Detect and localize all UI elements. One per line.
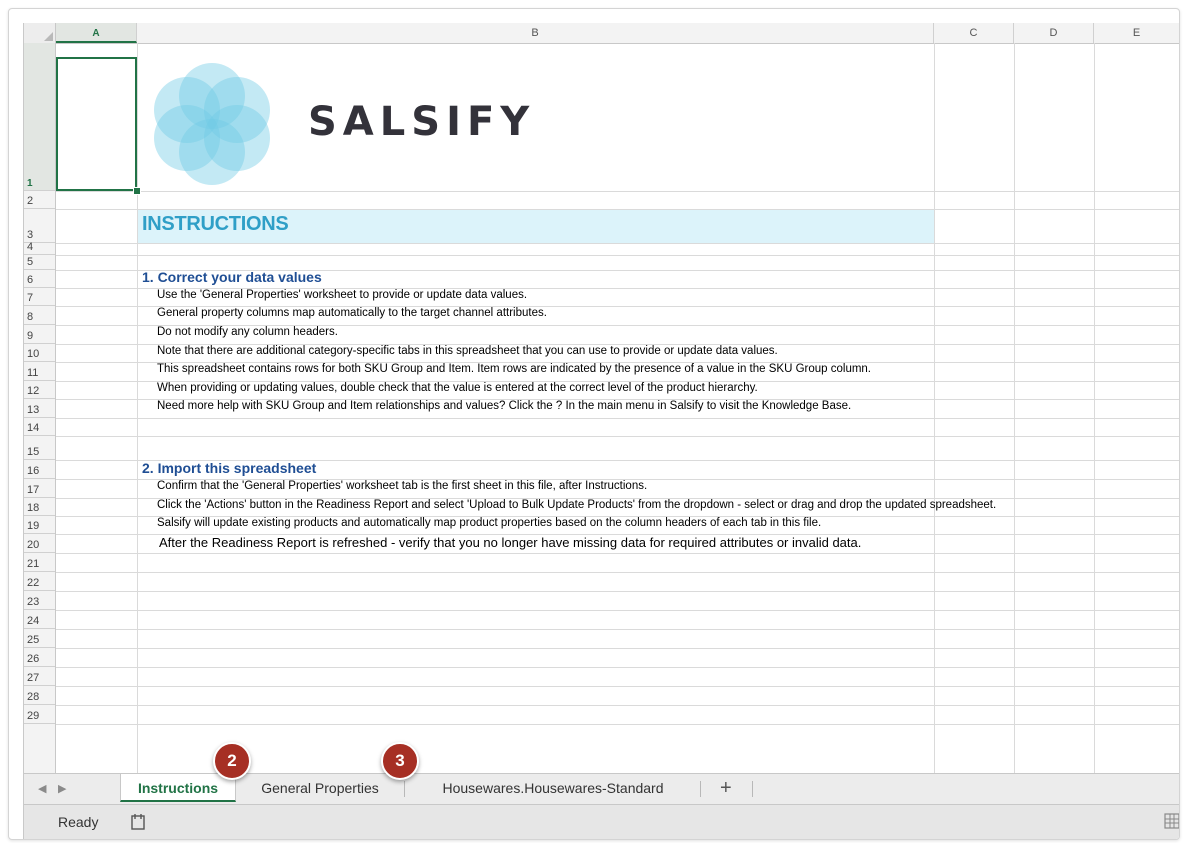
- sheet-tab-bar: ◀ ▶ Instructions General Properties Hous…: [24, 773, 1179, 804]
- row-header-11[interactable]: 11: [24, 362, 55, 381]
- row-header-21[interactable]: 21: [24, 553, 55, 572]
- section2-line: After the Readiness Report is refreshed …: [159, 535, 862, 550]
- row-gridline: [56, 209, 1179, 210]
- row-header-10[interactable]: 10: [24, 344, 55, 362]
- row-header-29[interactable]: 29: [24, 705, 55, 724]
- row-header-6[interactable]: 6: [24, 270, 55, 288]
- row-gridline: [56, 243, 1179, 244]
- next-sheet-arrow-icon[interactable]: ▶: [58, 774, 66, 804]
- section2-line: Click the 'Actions' button in the Readin…: [157, 499, 997, 511]
- row-gridline: [56, 686, 1179, 687]
- tab-housewares-standard[interactable]: Housewares.Housewares-Standard: [408, 774, 698, 802]
- row-header-20[interactable]: 20: [24, 534, 55, 553]
- row-header-9[interactable]: 9: [24, 325, 55, 344]
- row-gridline: [56, 705, 1179, 706]
- row-header-14[interactable]: 14: [24, 418, 55, 436]
- spreadsheet-window: A B C D E 1 2 3 4 5 6 7 8 9 10 11 12 13 14 15 16 17 18 19 2…: [8, 8, 1180, 840]
- row-gridline: [56, 667, 1179, 668]
- row-header-25[interactable]: 25: [24, 629, 55, 648]
- section2-line: Salsify will update existing products an…: [157, 517, 822, 529]
- salsify-logo-text: SALSIFY: [308, 99, 536, 145]
- tab-divider: [752, 781, 753, 797]
- row-gridline: [56, 553, 1179, 554]
- instructions-title: INSTRUCTIONS: [142, 213, 289, 235]
- section1-line: Note that there are additional category-…: [157, 345, 778, 357]
- row-header-column: 1 2 3 4 5 6 7 8 9 10 11 12 13 14 15 16 17 18 19 20 21 22 23 24 2…: [24, 43, 56, 773]
- column-header-a[interactable]: A: [56, 23, 137, 43]
- row-header-1[interactable]: 1: [24, 43, 55, 191]
- row-gridline: [56, 255, 1179, 256]
- prev-sheet-arrow-icon[interactable]: ◀: [38, 774, 46, 804]
- row-header-19[interactable]: 19: [24, 516, 55, 534]
- row-header-13[interactable]: 13: [24, 399, 55, 418]
- macro-record-icon[interactable]: [128, 812, 148, 832]
- section1-line: Do not modify any column headers.: [157, 326, 338, 338]
- row-gridline: [56, 629, 1179, 630]
- section2-line: Confirm that the 'General Properties' wo…: [157, 480, 648, 492]
- column-header-b[interactable]: B: [137, 23, 934, 43]
- cell-grid[interactable]: SALSIFY INSTRUCTIONS 1. Correct your dat…: [56, 43, 1179, 773]
- select-all-corner[interactable]: [24, 23, 56, 43]
- row-gridline: [56, 610, 1179, 611]
- fill-handle[interactable]: [133, 187, 141, 195]
- section1-line: Use the 'General Properties' worksheet t…: [157, 289, 528, 301]
- row-header-12[interactable]: 12: [24, 381, 55, 399]
- column-header-e[interactable]: E: [1094, 23, 1179, 43]
- row-header-4[interactable]: 4: [24, 241, 55, 255]
- select-all-triangle-icon: [44, 32, 53, 41]
- row-header-2[interactable]: 2: [24, 191, 55, 209]
- row-gridline: [56, 591, 1179, 592]
- row-header-24[interactable]: 24: [24, 610, 55, 629]
- row-header-27[interactable]: 27: [24, 667, 55, 686]
- status-bar: Ready: [24, 804, 1180, 839]
- section2-heading: 2. Import this spreadsheet: [142, 460, 317, 476]
- row-header-17[interactable]: 17: [24, 479, 55, 498]
- worksheet: A B C D E 1 2 3 4 5 6 7 8 9 10 11 12 13 14 15 16 17 18 19 2…: [23, 23, 1180, 839]
- annotation-badge-3: 3: [381, 742, 419, 780]
- column-gridline: [1094, 43, 1095, 773]
- tab-divider: [700, 781, 701, 797]
- column-gridline: [1014, 43, 1015, 773]
- tab-general-properties[interactable]: General Properties: [238, 774, 402, 802]
- add-sheet-button[interactable]: +: [720, 774, 732, 804]
- selected-cell-a1[interactable]: [56, 57, 137, 191]
- row-header-28[interactable]: 28: [24, 686, 55, 705]
- row-gridline: [56, 191, 1179, 192]
- salsify-logo-icon: [154, 63, 270, 185]
- row-header-16[interactable]: 16: [24, 460, 55, 479]
- row-gridline: [56, 648, 1179, 649]
- column-gridline: [934, 43, 935, 773]
- row-gridline: [56, 436, 1179, 437]
- tab-instructions[interactable]: Instructions: [120, 774, 236, 802]
- column-header-c[interactable]: C: [934, 23, 1014, 43]
- status-text: Ready: [58, 814, 99, 830]
- row-header-26[interactable]: 26: [24, 648, 55, 667]
- row-header-8[interactable]: 8: [24, 306, 55, 325]
- row-header-18[interactable]: 18: [24, 498, 55, 516]
- row-header-3[interactable]: 3: [24, 209, 55, 243]
- section1-line: Need more help with SKU Group and Item r…: [157, 400, 852, 412]
- row-header-7[interactable]: 7: [24, 288, 55, 306]
- section1-heading: 1. Correct your data values: [142, 269, 322, 285]
- annotation-badge-2: 2: [213, 742, 251, 780]
- row-gridline: [56, 418, 1179, 419]
- row-header-5[interactable]: 5: [24, 255, 55, 270]
- row-header-23[interactable]: 23: [24, 591, 55, 610]
- normal-view-icon[interactable]: [1163, 812, 1180, 830]
- section1-line: When providing or updating values, doubl…: [157, 382, 758, 394]
- column-header-d[interactable]: D: [1014, 23, 1094, 43]
- tab-divider: [404, 781, 405, 797]
- row-gridline: [56, 572, 1179, 573]
- row-header-15[interactable]: 15: [24, 436, 55, 460]
- section1-line: General property columns map automatical…: [157, 307, 547, 319]
- row-header-22[interactable]: 22: [24, 572, 55, 591]
- row-gridline: [56, 724, 1179, 725]
- section1-line: This spreadsheet contains rows for both …: [157, 363, 872, 375]
- column-header-row: A B C D E: [24, 23, 1179, 44]
